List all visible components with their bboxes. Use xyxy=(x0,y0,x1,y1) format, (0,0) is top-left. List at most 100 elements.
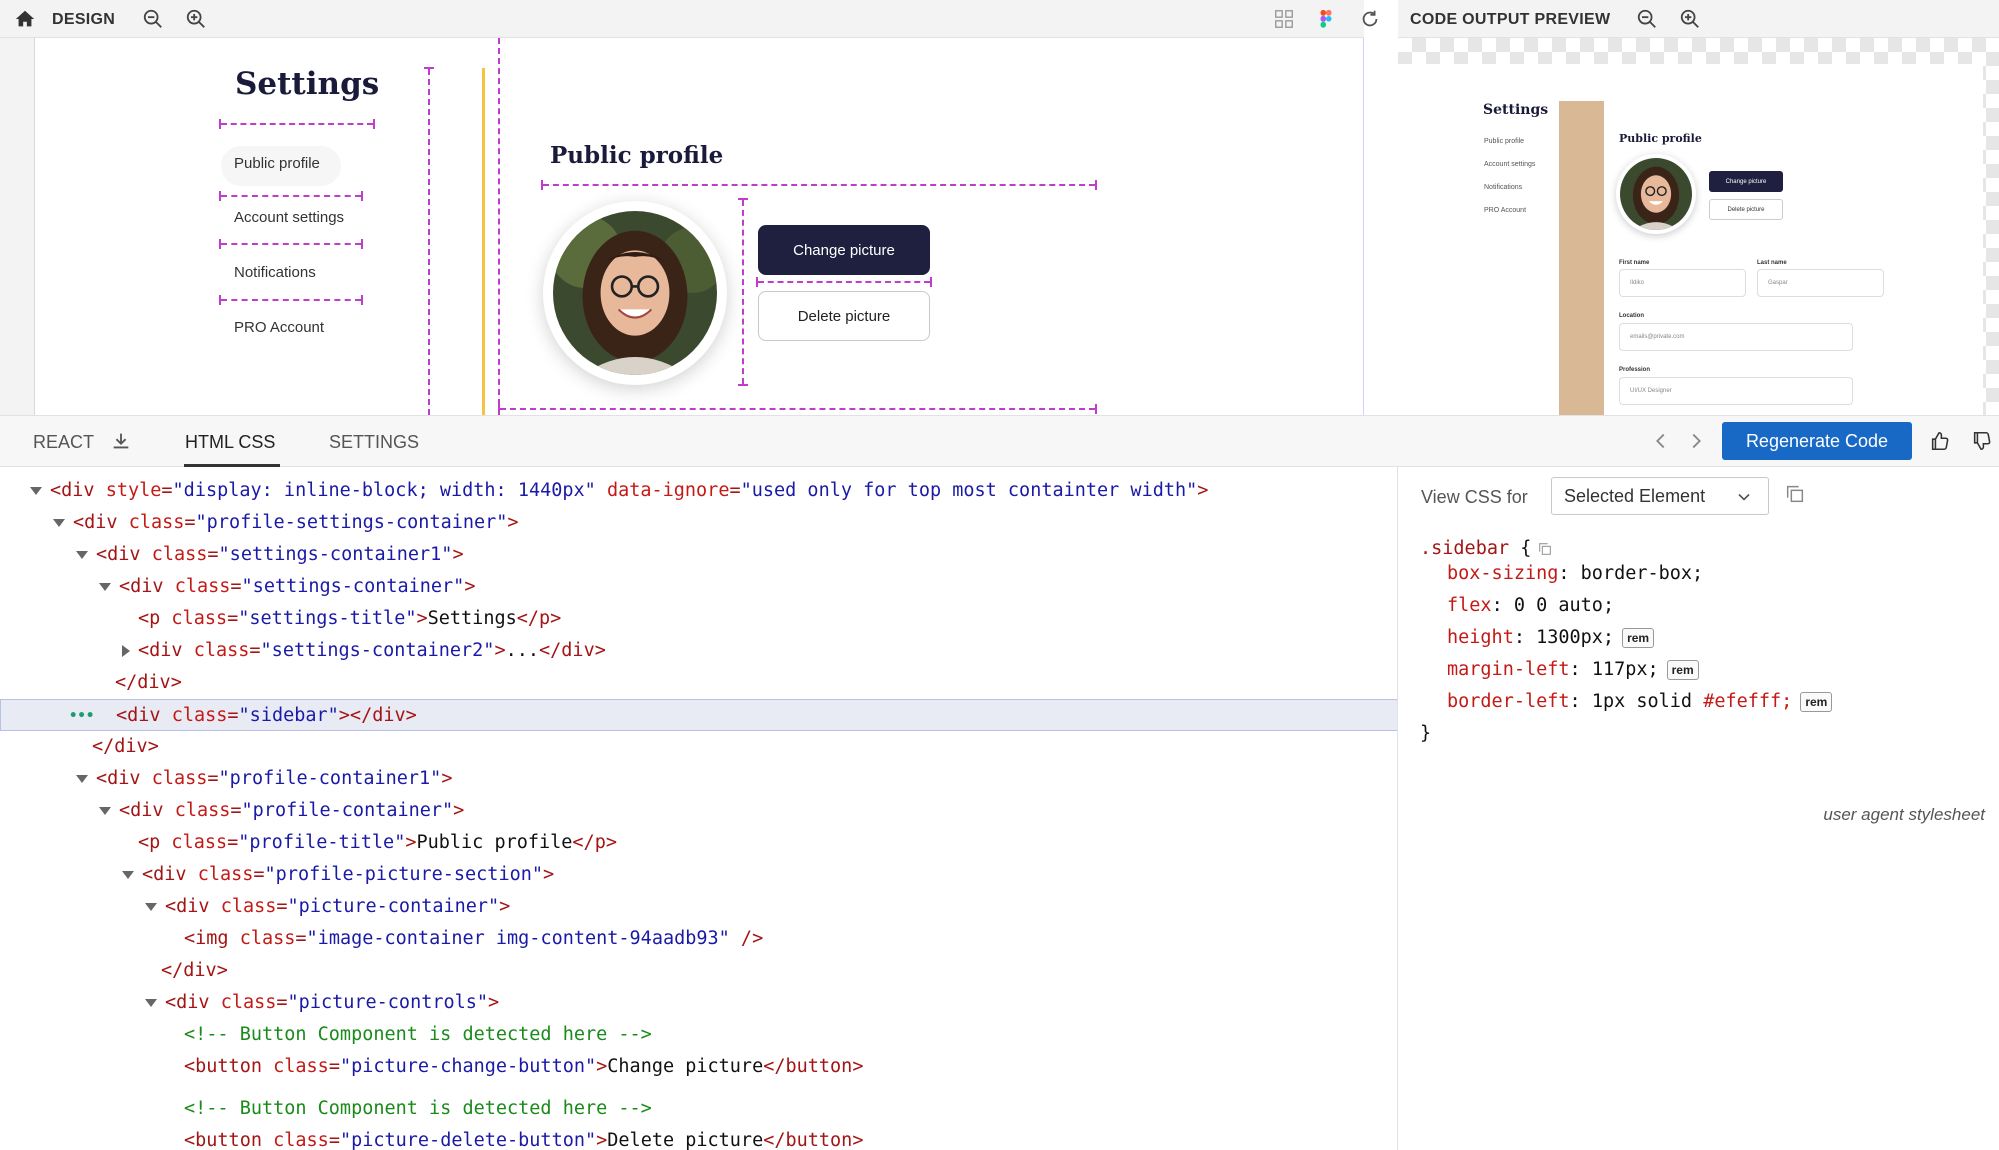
code-token: = xyxy=(184,512,196,533)
code-token: <p xyxy=(138,608,172,629)
collapse-triangle-icon[interactable] xyxy=(53,519,65,527)
copy-rule-icon[interactable] xyxy=(1531,538,1553,559)
code-token: "settings-title" xyxy=(238,608,417,629)
collapse-triangle-icon[interactable] xyxy=(99,583,111,591)
collapse-triangle-icon[interactable] xyxy=(76,551,88,559)
change-picture-button[interactable]: Change picture xyxy=(758,225,930,275)
collapse-triangle-icon[interactable] xyxy=(122,871,134,879)
code-line[interactable]: <div style="display: inline-block; width… xyxy=(0,475,1397,507)
thumbs-down-icon[interactable] xyxy=(1969,428,1995,454)
css-rule[interactable]: height: 1300px; rem xyxy=(1447,622,1655,654)
tab-html-css[interactable]: HTML CSS xyxy=(185,432,275,453)
code-token: = xyxy=(227,705,239,726)
code-token: > xyxy=(405,832,417,853)
css-rule[interactable]: box-sizing: border-box; xyxy=(1447,558,1703,590)
css-property: margin-left xyxy=(1447,659,1570,680)
grid-view-icon[interactable] xyxy=(1271,6,1297,32)
collapse-triangle-icon[interactable] xyxy=(30,487,42,495)
code-line[interactable]: </div> xyxy=(0,667,1397,699)
nav-item-notifications[interactable]: Notifications xyxy=(234,264,316,281)
code-line[interactable]: <p class="profile-title">Public profile<… xyxy=(0,827,1397,859)
design-canvas[interactable]: Settings Public profile Account settings… xyxy=(0,38,1364,415)
code-token: > xyxy=(452,544,464,565)
code-line[interactable]: <div class="profile-container1"> xyxy=(0,763,1397,795)
home-icon[interactable] xyxy=(12,6,38,32)
artboard[interactable]: Settings Public profile Account settings… xyxy=(34,38,1364,415)
code-token: </p> xyxy=(572,832,617,853)
code-line[interactable]: <!-- Button Component is detected here -… xyxy=(0,1093,1397,1125)
css-rule[interactable]: flex: 0 0 auto; xyxy=(1447,590,1614,622)
code-line[interactable]: <div class="profile-settings-container"> xyxy=(0,507,1397,539)
code-line[interactable]: </div> xyxy=(0,955,1397,987)
code-line[interactable]: <p class="settings-title">Settings</p> xyxy=(0,603,1397,635)
refresh-icon[interactable] xyxy=(1357,6,1383,32)
code-line-selected[interactable]: <div class="sidebar"></div> ••• xyxy=(0,699,1397,732)
preview-settings-title: Settings xyxy=(1483,102,1549,118)
code-line[interactable]: <div class="settings-container"> xyxy=(0,571,1397,603)
rem-toggle-button[interactable]: rem xyxy=(1666,660,1699,680)
code-line[interactable]: </div> xyxy=(0,731,1397,763)
code-token: class xyxy=(239,928,296,949)
code-line[interactable]: <div class="picture-container"> xyxy=(0,891,1397,923)
collapse-triangle-icon[interactable] xyxy=(145,903,157,911)
code-token: </p> xyxy=(516,608,562,629)
nav-item-pro-account[interactable]: PRO Account xyxy=(234,319,324,336)
code-line[interactable]: <button class="picture-delete-button">De… xyxy=(0,1125,1397,1150)
chevron-left-icon[interactable] xyxy=(1648,428,1674,454)
css-color-value: #efefff; xyxy=(1703,691,1793,712)
preview-zoom-out-icon[interactable] xyxy=(1634,6,1660,32)
css-property: box-sizing xyxy=(1447,563,1559,584)
css-panel: View CSS for Selected Element .sidebar {… xyxy=(1398,467,1999,1150)
code-line[interactable]: <div class="picture-controls"> xyxy=(0,987,1397,1019)
preview-zoom-in-icon[interactable] xyxy=(1677,6,1703,32)
collapse-triangle-icon[interactable] xyxy=(99,807,111,815)
rem-toggle-button[interactable]: rem xyxy=(1622,628,1655,648)
code-tabs-bar: REACT HTML CSS SETTINGS Regenerate Code xyxy=(0,415,1999,467)
figma-icon[interactable] xyxy=(1313,6,1339,32)
code-token: "picture-container" xyxy=(287,896,500,917)
tab-react[interactable]: REACT xyxy=(33,432,94,453)
design-label: DESIGN xyxy=(52,11,116,28)
spacing-guide xyxy=(756,277,932,287)
regenerate-code-button[interactable]: Regenerate Code xyxy=(1722,422,1912,460)
view-css-label: View CSS for xyxy=(1421,487,1528,507)
nav-item-public-profile[interactable]: Public profile xyxy=(234,155,320,172)
tab-settings[interactable]: SETTINGS xyxy=(329,432,419,453)
collapse-triangle-icon[interactable] xyxy=(76,775,88,783)
preview-last-name-label: Last name xyxy=(1757,260,1787,266)
css-rule[interactable]: border-left: 1px solid #efefff; rem xyxy=(1447,686,1833,718)
nav-item-account-settings[interactable]: Account settings xyxy=(234,209,344,226)
code-line[interactable]: <div class="settings-container2">...</di… xyxy=(0,635,1397,667)
expand-triangle-icon[interactable] xyxy=(122,645,130,657)
code-token: class xyxy=(151,768,208,789)
css-target-select[interactable]: Selected Element xyxy=(1551,477,1769,515)
code-token: class xyxy=(193,640,250,661)
code-token: "display: inline-block; width: 1440px" xyxy=(172,480,596,501)
code-token: = xyxy=(207,544,219,565)
code-token: <div xyxy=(138,640,194,661)
rem-toggle-button[interactable]: rem xyxy=(1800,692,1833,712)
css-rule[interactable]: margin-left: 117px; rem xyxy=(1447,654,1699,686)
code-token: = xyxy=(729,480,741,501)
code-token: "profile-title" xyxy=(238,832,406,853)
code-output-preview[interactable]: Settings Public profile Account settings… xyxy=(1398,38,1999,415)
code-token: "picture-change-button" xyxy=(339,1056,597,1077)
code-line[interactable]: <!-- Button Component is detected here -… xyxy=(0,1019,1397,1051)
download-icon[interactable] xyxy=(108,428,134,454)
zoom-in-icon[interactable] xyxy=(183,6,209,32)
html-code-view[interactable]: <div style="display: inline-block; width… xyxy=(0,467,1398,1150)
code-token: "image-container img-content-94aadb93" xyxy=(306,928,730,949)
code-line[interactable]: <div class="profile-container"> xyxy=(0,795,1397,827)
collapse-triangle-icon[interactable] xyxy=(145,999,157,1007)
more-options-icon[interactable]: ••• xyxy=(69,700,94,732)
delete-picture-button[interactable]: Delete picture xyxy=(758,291,930,341)
code-line[interactable]: <img class="image-container img-content-… xyxy=(0,923,1397,955)
copy-icon[interactable] xyxy=(1782,481,1808,507)
chevron-right-icon[interactable] xyxy=(1683,428,1709,454)
code-line[interactable]: <div class="profile-picture-section"> xyxy=(0,859,1397,891)
code-line[interactable]: <div class="settings-container1"> xyxy=(0,539,1397,571)
avatar[interactable] xyxy=(553,211,717,375)
code-line[interactable]: <button class="picture-change-button">Ch… xyxy=(0,1051,1397,1083)
zoom-out-icon[interactable] xyxy=(140,6,166,32)
thumbs-up-icon[interactable] xyxy=(1927,428,1953,454)
